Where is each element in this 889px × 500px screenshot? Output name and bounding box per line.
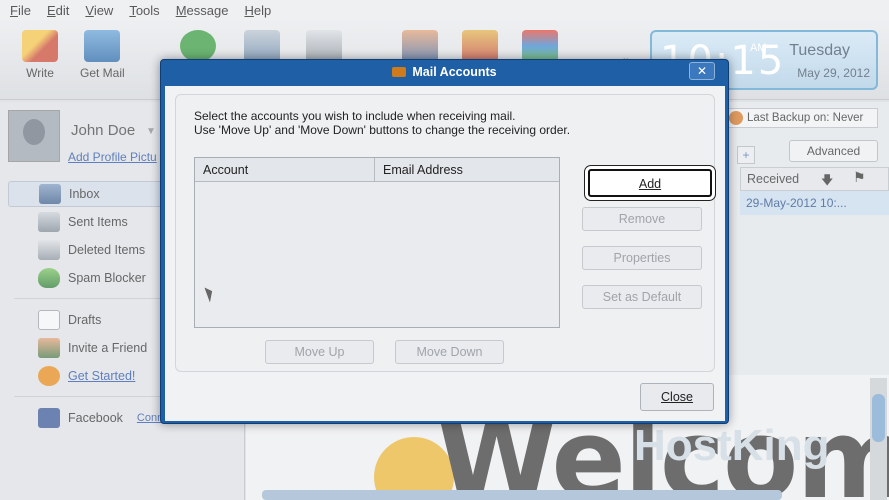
- move-up-button[interactable]: Move Up: [265, 340, 374, 364]
- column-header-account[interactable]: Account: [195, 158, 375, 182]
- mail-accounts-dialog: Mail Accounts ✕ Select the accounts you …: [160, 59, 729, 424]
- envelope-icon: [392, 67, 407, 77]
- close-button[interactable]: Close: [640, 383, 714, 411]
- move-down-button[interactable]: Move Down: [395, 340, 504, 364]
- dialog-title-bar[interactable]: Mail Accounts: [161, 60, 728, 85]
- accounts-list-header: Account Email Address: [195, 158, 559, 182]
- mouse-cursor-icon: [204, 285, 216, 303]
- remove-button[interactable]: Remove: [582, 207, 702, 231]
- properties-button[interactable]: Properties: [582, 246, 702, 270]
- column-header-email[interactable]: Email Address: [375, 158, 559, 182]
- set-default-button[interactable]: Set as Default: [582, 285, 702, 309]
- accounts-list[interactable]: Account Email Address: [194, 157, 560, 328]
- accounts-panel: Select the accounts you wish to include …: [175, 94, 715, 372]
- dialog-close-icon[interactable]: ✕: [689, 62, 715, 80]
- dialog-body: Select the accounts you wish to include …: [165, 86, 725, 421]
- add-account-button[interactable]: Add: [588, 169, 712, 197]
- instructions-text: Select the accounts you wish to include …: [194, 109, 571, 137]
